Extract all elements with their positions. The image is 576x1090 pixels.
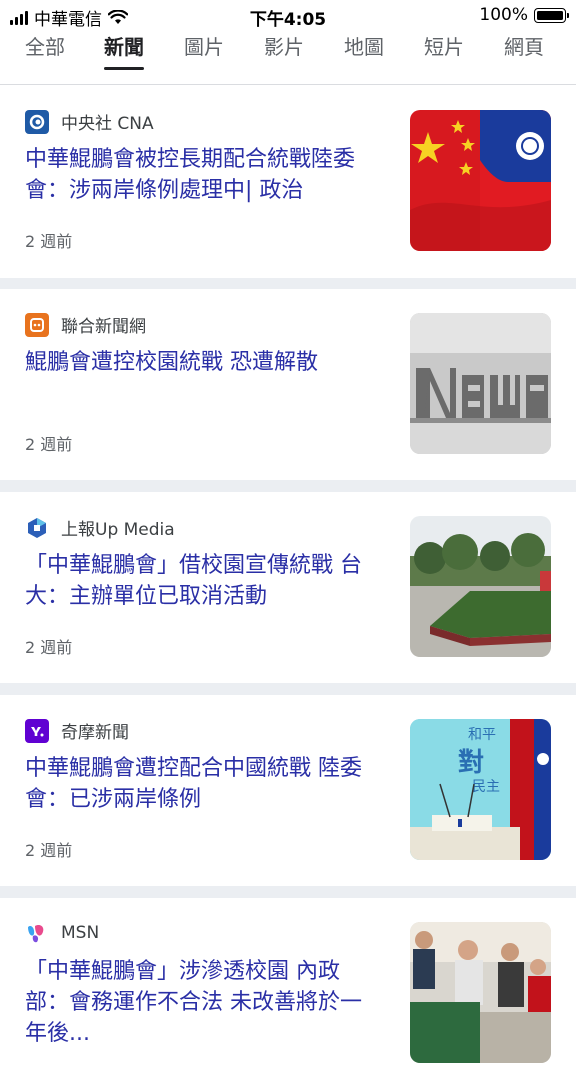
headline-link[interactable]: 中華鯤鵬會被控長期配合統戰陸委會：涉兩岸條例處理中| 政治 [25, 144, 380, 206]
svg-text:和平: 和平 [468, 727, 496, 743]
svg-text:民主: 民主 [472, 779, 500, 795]
headline-link[interactable]: 鯤鵬會遭控校園統戰 恐遭解散 [25, 347, 380, 378]
press-conference-image[interactable]: 對 和平 民主 [410, 719, 551, 860]
news-card[interactable]: 上報Up Media 「中華鯤鵬會」借校園宣傳統戰 台大：主辦單位已取消活動 2… [0, 492, 576, 684]
headline-link[interactable]: 「中華鯤鵬會」涉滲透校園 內政部：會務運作不合法 未改善將於一年後... [25, 956, 380, 1049]
tab-maps[interactable]: 地圖 [344, 34, 384, 70]
source-row: 奇摩新聞 [25, 718, 129, 743]
campus-sign-image[interactable] [410, 516, 551, 657]
tab-videos[interactable]: 影片 [264, 34, 304, 70]
source-name: 上報Up Media [61, 520, 175, 540]
source-name: 中央社 CNA [61, 114, 154, 134]
status-bar: 中華電信 下午4:05 100% [0, 0, 576, 32]
news-card[interactable]: 聯合新聞網 鯤鵬會遭控校園統戰 恐遭解散 2 週前 [0, 289, 576, 481]
card-separator [0, 886, 576, 898]
tab-images[interactable]: 圖片 [184, 34, 224, 70]
tab-all[interactable]: 全部 [25, 34, 65, 70]
source-row: 中央社 CNA [25, 109, 154, 134]
udn-logo-icon [25, 312, 49, 337]
msn-logo-icon [25, 921, 49, 945]
battery-percent: 100% [479, 5, 528, 25]
source-name: MSN [61, 923, 100, 943]
people-meeting-image[interactable] [410, 922, 551, 1063]
cna-logo-icon [25, 109, 49, 134]
source-row: 上報Up Media [25, 515, 175, 540]
headline-link[interactable]: 中華鯤鵬會遭控配合中國統戰 陸委會：已涉兩岸條例 [25, 753, 380, 815]
search-tabs: 全部 新聞 圖片 影片 地圖 短片 網頁 [0, 30, 576, 85]
news-card[interactable]: 中央社 CNA 中華鯤鵬會被控長期配合統戰陸委會：涉兩岸條例處理中| 政治 2 … [0, 86, 576, 278]
headline-link[interactable]: 「中華鯤鵬會」借校園宣傳統戰 台大：主辦單位已取消活動 [25, 550, 380, 612]
timestamp: 2 週前 [25, 638, 73, 657]
thumb-caption: 對 [458, 748, 484, 778]
tab-news[interactable]: 新聞 [104, 34, 144, 70]
source-row: MSN [25, 921, 99, 945]
tab-web[interactable]: 網頁 [504, 34, 544, 70]
source-name: 聯合新聞網 [61, 317, 146, 337]
card-separator [0, 480, 576, 492]
flags-image[interactable] [410, 110, 551, 251]
news-letters-image[interactable] [410, 313, 551, 454]
card-separator [0, 683, 576, 695]
source-row: 聯合新聞網 [25, 312, 146, 337]
timestamp: 2 週前 [25, 435, 73, 454]
status-right: 100% [479, 5, 569, 25]
timestamp: 2 週前 [25, 232, 73, 251]
timestamp: 2 週前 [25, 841, 73, 860]
yahoo-logo-icon [25, 718, 49, 743]
news-card[interactable]: 奇摩新聞 中華鯤鵬會遭控配合中國統戰 陸委會：已涉兩岸條例 2 週前 對 和平 … [0, 695, 576, 887]
news-card[interactable]: MSN 「中華鯤鵬會」涉滲透校園 內政部：會務運作不合法 未改善將於一年後... [0, 898, 576, 1090]
source-name: 奇摩新聞 [61, 723, 129, 743]
battery-icon [534, 7, 569, 23]
upmedia-logo-icon [25, 515, 49, 540]
tab-shorts[interactable]: 短片 [424, 34, 464, 70]
